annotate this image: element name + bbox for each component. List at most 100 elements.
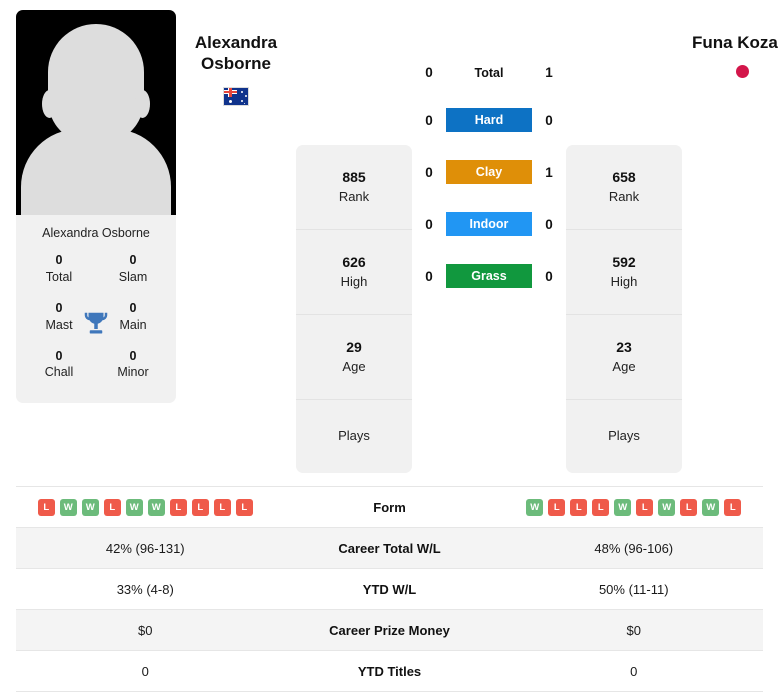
right-player-name-line1: Funa Kozaki [691,33,779,52]
h2h-row-total: 0 Total 1 [412,65,566,80]
right-form-strip: WLLLWLWLWL [505,498,764,516]
right-stat-rank: 658 Rank [566,145,682,230]
left-stat-age-value: 29 [346,339,362,356]
avatar-ear-left [42,90,57,118]
h2h-clay-right-value: 1 [545,164,553,180]
left-title-minor-label: Minor [117,365,149,380]
h2h-total-label: Total [474,65,504,80]
right-career-prize-money-value: $0 [626,622,641,638]
form-badge-win: W [658,498,676,516]
left-form-cell: LWWLWWLLLL [16,498,275,516]
avatar-shoulders [21,129,171,215]
left-title-slam-label: Slam [118,269,148,284]
left-stat-rank: 885 Rank [296,145,412,230]
left-ytd-titles-value: 0 [141,663,149,679]
left-stat-high-value: 626 [342,254,366,271]
left-title-slam: 0 Slam [96,252,170,286]
row-label-ytd-wl: YTD W/L [362,581,417,597]
form-badge-loss: L [724,498,742,516]
form-badge-loss: L [680,498,698,516]
form-badge-loss: L [548,498,566,516]
form-badge-loss: L [636,498,654,516]
surface-pill-clay[interactable]: Clay [446,160,532,184]
left-stat-age: 29 Age [296,315,412,400]
form-badge-win: W [125,498,143,516]
left-stat-high-label: High [340,273,368,289]
table-row-form: LWWLWWLLLL Form WLLLWLWLWL [16,487,763,528]
left-career-prize-money-value: $0 [138,622,153,638]
form-badge-loss: L [570,498,588,516]
h2h-hard-right-value: 0 [545,112,553,128]
h2h-grass-right-value: 0 [545,268,553,284]
left-career-total-wl-value: 42% (96-131) [105,540,185,556]
h2h-clay-left-value: 0 [425,164,433,180]
surface-pill-indoor[interactable]: Indoor [446,212,532,236]
table-row-ytd-wl: 33% (4-8) YTD W/L 50% (11-11) [16,569,763,610]
flag-canton [224,87,237,97]
right-stat-plays-label: Plays [608,428,640,444]
row-label-career-prize-money: Career Prize Money [329,622,450,638]
australia-flag-icon [223,86,249,106]
table-row-career-prize-money: $0 Career Prize Money $0 [16,610,763,651]
left-title-chall-label: Chall [44,365,74,380]
row-label-form: Form [373,499,406,515]
right-stat-plays: Plays [566,400,682,473]
right-ytd-titles-value: 0 [630,663,638,679]
avatar-ear-right [135,90,150,118]
right-ytd-wl-value: 50% (11-11) [598,581,669,597]
surface-pill-hard[interactable]: Hard [446,108,532,132]
table-row-career-total-wl: 42% (96-131) Career Total W/L 48% (96-10… [16,528,763,569]
left-player-photo-column: Alexandra Osborne 0 Total 0 Slam 0 Mast [16,10,176,404]
left-title-minor-value: 0 [129,348,137,363]
h2h-row-grass: 0 Grass 0 [412,264,566,288]
h2h-row-clay: 0 Clay 1 [412,160,566,184]
left-player-stat-card: 885 Rank 626 High 29 Age Plays [296,145,412,473]
h2h-hard-left-value: 0 [425,112,433,128]
left-title-chall-value: 0 [55,348,63,363]
right-career-total-wl-value: 48% (96-106) [594,540,674,556]
h2h-grass-left-value: 0 [425,268,433,284]
left-ytd-wl-value: 33% (4-8) [116,581,174,597]
form-badge-loss: L [592,498,610,516]
player-comparison-page: Alexandra Osborne 0 Total 0 Slam 0 Mast [0,0,779,699]
right-stat-rank-label: Rank [608,188,640,204]
form-badge-win: W [81,498,99,516]
left-player-flag-wrap [176,86,296,106]
left-photo-caption: Alexandra Osborne [42,226,150,240]
surface-pill-grass[interactable]: Grass [446,264,532,288]
left-title-minor: 0 Minor [96,348,170,382]
row-label-ytd-titles: YTD Titles [357,663,422,679]
left-player-name-column: Alexandra Osborne [176,10,296,106]
right-player-name-column: Funa Kozaki [682,10,779,79]
form-badge-win: W [526,498,544,516]
h2h-indoor-right-value: 0 [545,216,553,232]
form-badge-loss: L [235,498,253,516]
japan-flag-icon [735,65,749,79]
head-to-head-column: 0 Total 1 0 Hard 0 0 Clay 1 0 Indoor 0 0 [412,10,566,288]
left-player-name-line1: Alexandra [194,33,278,52]
form-badge-loss: L [191,498,209,516]
comparison-top-section: Alexandra Osborne 0 Total 0 Slam 0 Mast [0,0,779,480]
left-title-total: 0 Total [22,252,96,286]
form-badge-win: W [59,498,77,516]
left-player-card[interactable]: Alexandra Osborne 0 Total 0 Slam 0 Mast [16,10,176,404]
right-player-stat-card: 658 Rank 592 High 23 Age Plays [566,145,682,473]
left-title-slam-value: 0 [129,253,137,267]
right-stat-high-label: High [610,273,638,289]
form-badge-loss: L [169,498,187,516]
left-stat-age-label: Age [342,358,366,374]
table-row-ytd-titles: 0 YTD Titles 0 [16,651,763,692]
right-stat-rank-value: 658 [612,169,636,186]
left-title-total-label: Total [45,269,73,284]
right-player-flag-wrap [682,65,779,79]
left-stat-rank-value: 885 [342,169,366,186]
form-badge-win: W [702,498,720,516]
left-stat-plays-label: Plays [338,428,370,444]
left-title-chall: 0 Chall [22,348,96,382]
form-badge-win: W [147,498,165,516]
right-stat-age-label: Age [612,358,636,374]
right-stat-high-value: 592 [612,254,636,271]
left-stat-rank-label: Rank [338,188,370,204]
form-badge-loss: L [103,498,121,516]
left-form-strip: LWWLWWLLLL [16,498,275,516]
